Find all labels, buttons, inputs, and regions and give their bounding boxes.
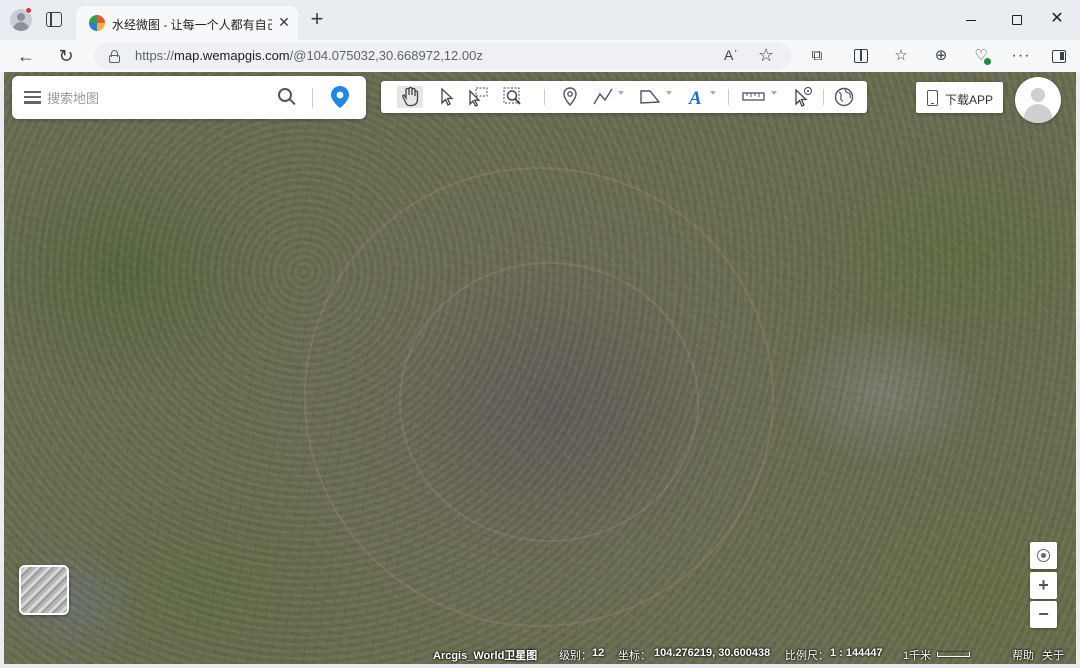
url-host: map.wemapgis.com — [174, 48, 290, 63]
draw-polygon-dropdown-icon[interactable] — [666, 91, 672, 95]
more-options-icon[interactable]: ··· — [1010, 45, 1032, 67]
refresh-button[interactable]: ↻ — [53, 43, 79, 69]
search-input[interactable] — [47, 86, 267, 110]
search-divider — [312, 88, 313, 108]
browser-toolbar: ← ↻ https://map.wemapgis.com/@104.075032… — [0, 40, 1080, 72]
text-label-dropdown-icon[interactable] — [710, 91, 716, 95]
browser-essentials-icon[interactable]: ♡ — [970, 45, 992, 67]
marker-point-icon[interactable] — [559, 86, 581, 108]
address-bar[interactable]: https://map.wemapgis.com/@104.075032,30.… — [94, 42, 792, 70]
lock-icon[interactable] — [109, 50, 120, 63]
browser-tab-active[interactable]: 水经微图 - 让每一个人都有自己的 ✕ — [76, 6, 298, 40]
zoom-level-value: 12 — [592, 647, 605, 659]
zoom-in-button[interactable]: + — [1030, 572, 1057, 599]
url-path: /@104.075032,30.668972,12.00z — [289, 48, 483, 63]
tab-actions-icon[interactable] — [46, 12, 62, 27]
layer-name: Arcgis_World卫星图 — [433, 650, 538, 662]
about-link[interactable]: 关于 — [1042, 647, 1064, 663]
globe-basemap-icon[interactable] — [833, 86, 855, 108]
locate-me-button[interactable] — [1030, 542, 1057, 569]
sidebar-toggle-icon[interactable] — [1048, 45, 1070, 67]
coordinate-value: 104.276219, 30.600438 — [654, 647, 771, 659]
toolbar-separator — [544, 89, 545, 105]
window-close-button[interactable]: ✕ — [1034, 4, 1080, 34]
ring-road-inner — [399, 262, 699, 542]
zoom-box-icon[interactable] — [501, 86, 525, 108]
new-tab-button[interactable]: + — [306, 8, 328, 31]
toolbar-separator — [728, 89, 729, 105]
svg-text:A: A — [688, 88, 702, 108]
text-label-icon[interactable]: A — [685, 86, 707, 108]
scale-bar — [937, 652, 970, 657]
profile-notification-dot — [25, 7, 32, 14]
browser-titlebar: 水经微图 - 让每一个人都有自己的 ✕ + ✕ — [0, 0, 1080, 40]
pan-hand-icon[interactable] — [397, 86, 423, 108]
help-link[interactable]: 帮助 — [1012, 647, 1034, 663]
scale-bar-label: 1千米 — [903, 650, 932, 662]
ruler-dropdown-icon[interactable] — [771, 91, 777, 95]
basemap-switcher[interactable] — [19, 565, 69, 615]
menu-icon[interactable] — [24, 91, 41, 104]
window-minimize-button[interactable] — [948, 4, 994, 34]
extensions-icon[interactable]: ⧉ — [806, 45, 828, 67]
draw-line-icon[interactable] — [591, 86, 617, 108]
identify-pointer-icon[interactable] — [791, 86, 815, 108]
draw-line-dropdown-icon[interactable] — [618, 91, 624, 95]
zoom-out-button[interactable]: − — [1030, 601, 1057, 628]
split-screen-icon[interactable] — [850, 45, 872, 67]
collections-icon[interactable]: ⊕ — [930, 45, 952, 67]
locate-icon — [1037, 549, 1050, 562]
url-prefix: https:// — [135, 48, 175, 63]
scale-value: 1 : 144447 — [830, 647, 883, 659]
back-button[interactable]: ← — [13, 43, 39, 69]
zoom-level-label: 级别： — [559, 650, 592, 662]
url-text[interactable]: https://map.wemapgis.com/@104.075032,30.… — [135, 48, 483, 63]
read-aloud-icon[interactable]: Aʾ — [724, 47, 738, 63]
search-panel — [12, 76, 366, 119]
site-favicon-icon — [89, 15, 105, 31]
map-status-bar: Arcgis_World卫星图 级别： 12 坐标： 104.276219, 3… — [4, 644, 1076, 664]
user-avatar[interactable] — [1015, 77, 1061, 123]
download-app-label: 下载APP — [945, 93, 994, 107]
coordinate-label: 坐标： — [618, 650, 651, 662]
phone-icon — [927, 90, 938, 106]
tab-title: 水经微图 - 让每一个人都有自己的 — [112, 18, 272, 32]
location-pin-icon[interactable] — [331, 86, 349, 108]
favorites-icon[interactable]: ☆ — [890, 45, 912, 67]
draw-polygon-icon[interactable] — [637, 86, 663, 108]
favorite-star-icon[interactable]: ☆ — [758, 45, 774, 66]
scale-label: 比例尺： — [785, 650, 829, 662]
search-icon[interactable] — [278, 88, 296, 106]
map-toolbar: A — [381, 81, 867, 113]
select-box-icon[interactable] — [466, 86, 490, 108]
window-frame-bottom — [0, 664, 1080, 668]
toolbar-separator — [823, 89, 824, 105]
select-arrow-icon[interactable] — [436, 86, 458, 108]
tab-close-icon[interactable]: ✕ — [276, 14, 292, 30]
window-frame-right — [1076, 72, 1080, 668]
ruler-measure-icon[interactable] — [740, 86, 768, 108]
download-app-button[interactable]: 下载APP — [916, 82, 1003, 113]
map-canvas[interactable]: A 下载APP + − Arcgis_World卫星图 级别： 12 坐标： 1… — [4, 72, 1076, 664]
